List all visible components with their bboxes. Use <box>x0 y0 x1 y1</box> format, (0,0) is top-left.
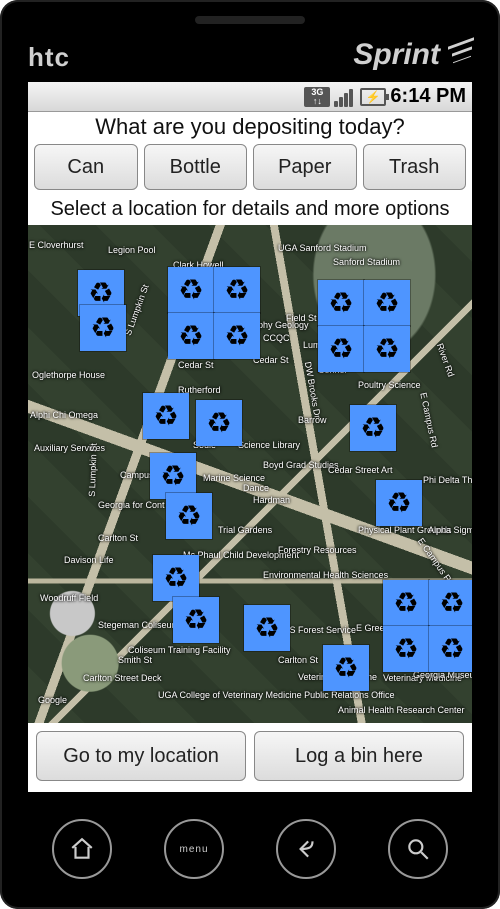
svg-text:♻: ♻ <box>374 334 400 366</box>
hw-home-button[interactable] <box>52 819 112 879</box>
recycle-bin-marker[interactable]: ♻ <box>214 313 260 359</box>
status-time: 6:14 PM <box>390 85 466 108</box>
deposit-prompt: What are you depositing today? <box>28 112 472 142</box>
svg-text:♻: ♻ <box>224 321 250 353</box>
recycle-bin-marker[interactable]: ♻ <box>383 580 429 626</box>
recycle-bin-marker[interactable]: ♻ <box>143 393 189 439</box>
select-location-prompt: Select a location for details and more o… <box>28 196 472 225</box>
back-arrow-icon <box>293 836 319 862</box>
svg-text:♻: ♻ <box>176 501 202 533</box>
svg-text:♻: ♻ <box>393 588 419 620</box>
recycle-bin-marker[interactable]: ♻ <box>244 605 290 651</box>
recycle-bin-marker[interactable]: ♻ <box>214 267 260 313</box>
deposit-bottle-button[interactable]: Bottle <box>144 144 248 190</box>
svg-text:♻: ♻ <box>439 634 465 666</box>
svg-text:♻: ♻ <box>153 401 179 433</box>
recycle-bin-marker[interactable]: ♻ <box>323 645 369 691</box>
recycle-bin-marker[interactable]: ♻ <box>376 480 422 526</box>
recycle-bin-marker[interactable]: ♻ <box>364 280 410 326</box>
hw-back-button[interactable] <box>276 819 336 879</box>
recycle-bin-marker[interactable]: ♻ <box>196 400 242 446</box>
bottom-button-row: Go to my location Log a bin here <box>28 723 472 789</box>
recycle-bin-marker[interactable]: ♻ <box>166 493 212 539</box>
svg-text:♻: ♻ <box>374 288 400 320</box>
svg-text:♻: ♻ <box>178 275 204 307</box>
svg-text:♻: ♻ <box>163 563 189 595</box>
deposit-button-row: Can Bottle Paper Trash <box>28 142 472 196</box>
deposit-can-button[interactable]: Can <box>34 144 138 190</box>
svg-text:♻: ♻ <box>224 275 250 307</box>
recycle-bin-marker[interactable]: ♻ <box>80 305 126 351</box>
recycle-bin-marker[interactable]: ♻ <box>168 313 214 359</box>
goto-my-location-button[interactable]: Go to my location <box>36 731 246 781</box>
svg-text:♻: ♻ <box>160 461 186 493</box>
menu-label: menu <box>179 844 208 855</box>
sprint-wing-icon <box>446 36 478 68</box>
status-bar: 3G ↑↓ ⚡ 6:14 PM <box>28 82 472 112</box>
deposit-trash-button[interactable]: Trash <box>363 144 467 190</box>
hardware-button-row: menu <box>0 809 500 889</box>
svg-text:♻: ♻ <box>328 334 354 366</box>
signal-strength-icon <box>334 87 356 107</box>
hw-menu-button[interactable]: menu <box>164 819 224 879</box>
brand-htc-label: hTC <box>28 42 70 73</box>
search-icon <box>405 836 431 862</box>
recycle-bin-marker[interactable]: ♻ <box>350 405 396 451</box>
svg-text:♻: ♻ <box>183 605 209 637</box>
recycle-bin-marker[interactable]: ♻ <box>364 326 410 372</box>
network-arrows-icon: ↑↓ <box>313 97 322 106</box>
svg-text:♻: ♻ <box>439 588 465 620</box>
hw-search-button[interactable] <box>388 819 448 879</box>
recycle-bin-marker[interactable]: ♻ <box>153 555 199 601</box>
svg-text:♻: ♻ <box>328 288 354 320</box>
battery-bolt-icon: ⚡ <box>366 90 381 104</box>
recycle-bin-marker[interactable]: ♻ <box>318 280 364 326</box>
recycle-bin-marker[interactable]: ♻ <box>429 580 472 626</box>
battery-charging-icon: ⚡ <box>360 88 386 106</box>
screen: 3G ↑↓ ⚡ 6:14 PM What are you depositing … <box>28 82 472 792</box>
recycle-bin-marker[interactable]: ♻ <box>429 626 472 672</box>
recycle-bin-marker[interactable]: ♻ <box>168 267 214 313</box>
svg-text:♻: ♻ <box>360 413 386 445</box>
phone-top-bezel: hTC Sprint <box>0 0 500 82</box>
svg-text:♻: ♻ <box>254 613 280 645</box>
recycle-bin-marker[interactable]: ♻ <box>383 626 429 672</box>
svg-text:♻: ♻ <box>90 313 116 345</box>
svg-text:♻: ♻ <box>386 488 412 520</box>
recycle-bin-marker[interactable]: ♻ <box>173 597 219 643</box>
recycle-bin-marker[interactable]: ♻ <box>318 326 364 372</box>
phone-frame: hTC Sprint 3G ↑↓ ⚡ 6:14 PM What are you … <box>0 0 500 909</box>
speaker-grille <box>195 16 305 24</box>
network-3g-icon: 3G ↑↓ <box>304 87 330 107</box>
svg-text:♻: ♻ <box>333 653 359 685</box>
home-icon <box>69 836 95 862</box>
log-bin-here-button[interactable]: Log a bin here <box>254 731 464 781</box>
deposit-paper-button[interactable]: Paper <box>253 144 357 190</box>
map-view[interactable]: E CloverhurstLegion PoolClark HowellUGA … <box>28 225 472 723</box>
svg-text:♻: ♻ <box>206 408 232 440</box>
svg-text:♻: ♻ <box>393 634 419 666</box>
svg-text:♻: ♻ <box>178 321 204 353</box>
brand-sprint-label: Sprint <box>353 38 440 72</box>
